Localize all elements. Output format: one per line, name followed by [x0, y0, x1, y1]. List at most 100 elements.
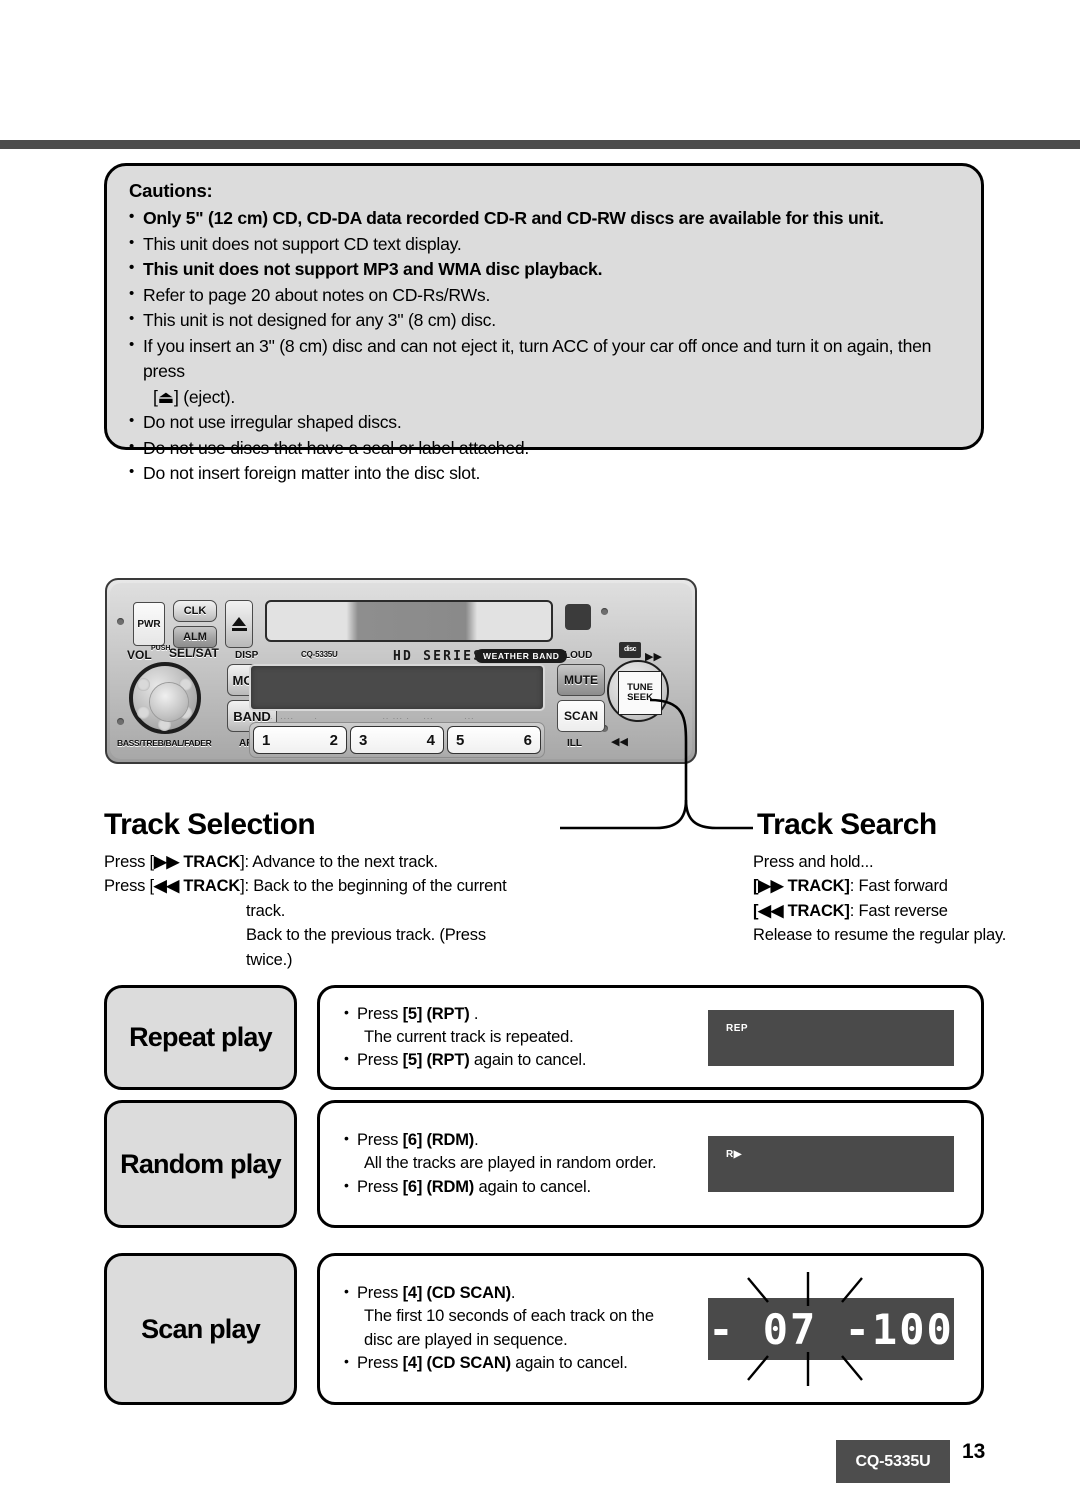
scan-display-preview: - 07 -100 — [708, 1272, 954, 1386]
instruction-line: The first 10 seconds of each track on th… — [364, 1307, 654, 1326]
preset-button-6[interactable]: 6 — [524, 732, 532, 749]
track-selection-line-2: Press [◀◀ TRACK]: Back to the beginning … — [104, 874, 574, 898]
line-pre: Press — [357, 1004, 403, 1023]
volume-dial[interactable] — [129, 662, 201, 734]
caution-item: Do not use discs that have a seal or lab… — [129, 436, 959, 462]
page-number: 13 — [962, 1440, 986, 1463]
disp-label: DISP — [235, 650, 259, 661]
caution-item: This unit does not support CD text displ… — [129, 232, 959, 258]
track-forward-key: ▶▶ TRACK — [153, 853, 241, 871]
track-search-body: Press and hold... [▶▶ TRACK]: Fast forwa… — [753, 850, 1043, 948]
ill-label: ILL — [567, 738, 582, 749]
unit-chassis: PWR CLK ALM VOL PUSH SEL/SAT DISP APM BA… — [105, 578, 697, 764]
track-selection-line-3: track. — [246, 901, 286, 920]
random-play-label: Random play — [104, 1100, 297, 1228]
hd-series-logo: HD SERIES — [393, 649, 484, 664]
caution-item: Do not use irregular shaped discs. — [129, 410, 959, 436]
tune-seek-control[interactable]: TUNE SEEK — [607, 660, 669, 722]
line-pre: Press — [357, 1284, 403, 1303]
random-play-body: Press [6] (RDM). All the tracks are play… — [317, 1100, 984, 1228]
instruction-line: disc are played in sequence. — [364, 1331, 568, 1349]
preset-button-3[interactable]: 3 — [359, 732, 367, 749]
line-post: . — [474, 1130, 479, 1149]
clock-button[interactable]: CLK — [173, 600, 217, 622]
compact-disc-logo-icon: disc — [619, 642, 641, 658]
instruction-line: The current track is repeated. — [364, 1027, 574, 1046]
line-post: again to cancel. — [474, 1177, 591, 1196]
repeat-play-label: Repeat play — [104, 985, 297, 1090]
screw-icon — [117, 618, 124, 625]
eject-bar-icon — [231, 628, 247, 631]
repeat-play-instructions: Press [5] (RPT) . The current track is r… — [344, 1002, 714, 1072]
track-selection-heading: Track Selection — [104, 808, 322, 842]
cautions-panel: Cautions: Only 5" (12 cm) CD, CD-DA data… — [104, 163, 984, 483]
footer-model-badge: CQ-5335U — [836, 1440, 950, 1483]
power-button[interactable]: PWR — [133, 602, 165, 646]
track-selection-line-5: twice.) — [246, 950, 293, 969]
caution-item: If you insert an 3" (8 cm) disc and can … — [129, 334, 959, 385]
dial-knob-center[interactable] — [150, 683, 188, 721]
repeat-play-row: Repeat play Press [5] (RPT) . The curren… — [104, 985, 984, 1090]
caution-item: This unit is not designed for any 3" (8 … — [129, 308, 959, 334]
rdm-key: [6] (RDM) — [402, 1130, 475, 1149]
line-pre: Press — [357, 1354, 403, 1373]
preset-button-1[interactable]: 1 — [262, 732, 270, 749]
volume-label: VOL — [127, 648, 152, 662]
track-selection-line-1: Press [▶▶ TRACK]: Advance to the next tr… — [104, 850, 574, 874]
cd-slot[interactable] — [265, 600, 553, 642]
rdm-key: [6] (RDM) — [402, 1177, 475, 1196]
preset-pair-1-2[interactable]: 1 2 — [253, 726, 347, 754]
eject-icon — [232, 617, 246, 626]
slot-end-block — [565, 604, 591, 630]
caution-item: Do not insert foreign matter into the di… — [129, 461, 959, 487]
dial-lobe-icon — [137, 678, 150, 691]
random-play-instructions: Press [6] (RDM). All the tracks are play… — [344, 1129, 714, 1199]
track-back-key: ◀◀ TRACK — [153, 877, 241, 896]
rpt-key: [5] (RPT) — [402, 1051, 470, 1070]
line-pre: Press — [357, 1177, 403, 1196]
track-search-line-2: [▶▶ TRACK]: Fast forward — [753, 874, 1043, 898]
line-post: . — [510, 1284, 516, 1303]
scan-play-body: Press [4] (CD SCAN). The first 10 second… — [317, 1253, 984, 1405]
cd-scan-key: [4] (CD SCAN) — [402, 1354, 512, 1373]
line-post: again to cancel. — [510, 1354, 628, 1373]
weather-band-badge: WEATHER BAND — [475, 649, 568, 663]
preset-button-2[interactable]: 2 — [330, 732, 338, 749]
line-post: again to cancel. — [469, 1051, 587, 1070]
preset-pair-3-4[interactable]: 3 4 — [350, 726, 444, 754]
unit-model-label: CQ-5335U — [301, 650, 338, 659]
scan-play-row: Scan play Press [4] (CD SCAN). The first… — [104, 1253, 984, 1405]
rep-indicator: REP — [726, 1022, 749, 1034]
preset-button-tray: 1 2 3 4 5 6 — [249, 722, 545, 758]
track-search-line-1: Press and hold... — [753, 853, 874, 871]
eject-button[interactable] — [225, 600, 253, 648]
tune-seek-plate[interactable]: TUNE SEEK — [618, 671, 662, 715]
line-post: . — [469, 1004, 479, 1023]
fast-reverse-desc: : Fast reverse — [849, 901, 948, 920]
track-search-line-3: [◀◀ TRACK]: Fast reverse — [753, 899, 1043, 923]
instruction-line: Press [6] (RDM). — [344, 1129, 714, 1152]
sel-sat-label: SEL/SAT — [169, 646, 219, 660]
press-prefix: Press [ — [104, 853, 154, 871]
press-suffix: ]: Advance to the next track. — [240, 853, 438, 871]
dial-lobe-icon — [137, 706, 150, 719]
preset-button-4[interactable]: 4 — [427, 732, 435, 749]
instruction-line: Press [6] (RDM) again to cancel. — [344, 1176, 714, 1199]
scan-button[interactable]: SCAN — [557, 700, 605, 732]
preset-pair-5-6[interactable]: 5 6 — [447, 726, 541, 754]
preset-button-5[interactable]: 5 — [456, 732, 464, 749]
cautions-title: Cautions: — [129, 180, 213, 201]
fast-reverse-key: [◀◀ TRACK] — [753, 901, 850, 920]
repeat-play-body: Press [5] (RPT) . The current track is r… — [317, 985, 984, 1090]
rpt-key: [5] (RPT) — [402, 1004, 470, 1023]
scan-play-label: Scan play — [104, 1253, 297, 1405]
unit-lcd-display — [249, 664, 545, 711]
press-prefix: Press [ — [104, 877, 154, 896]
caution-item: Refer to page 20 about notes on CD-Rs/RW… — [129, 283, 959, 309]
caution-item: Only 5" (12 cm) CD, CD-DA data recorded … — [129, 206, 959, 232]
fast-forward-desc: : Fast forward — [849, 877, 948, 896]
press-suffix: ]: Back to the beginning of the current — [240, 877, 507, 896]
mute-button[interactable]: MUTE — [557, 664, 605, 696]
alarm-button[interactable]: ALM — [173, 626, 217, 648]
screw-icon — [601, 608, 608, 615]
